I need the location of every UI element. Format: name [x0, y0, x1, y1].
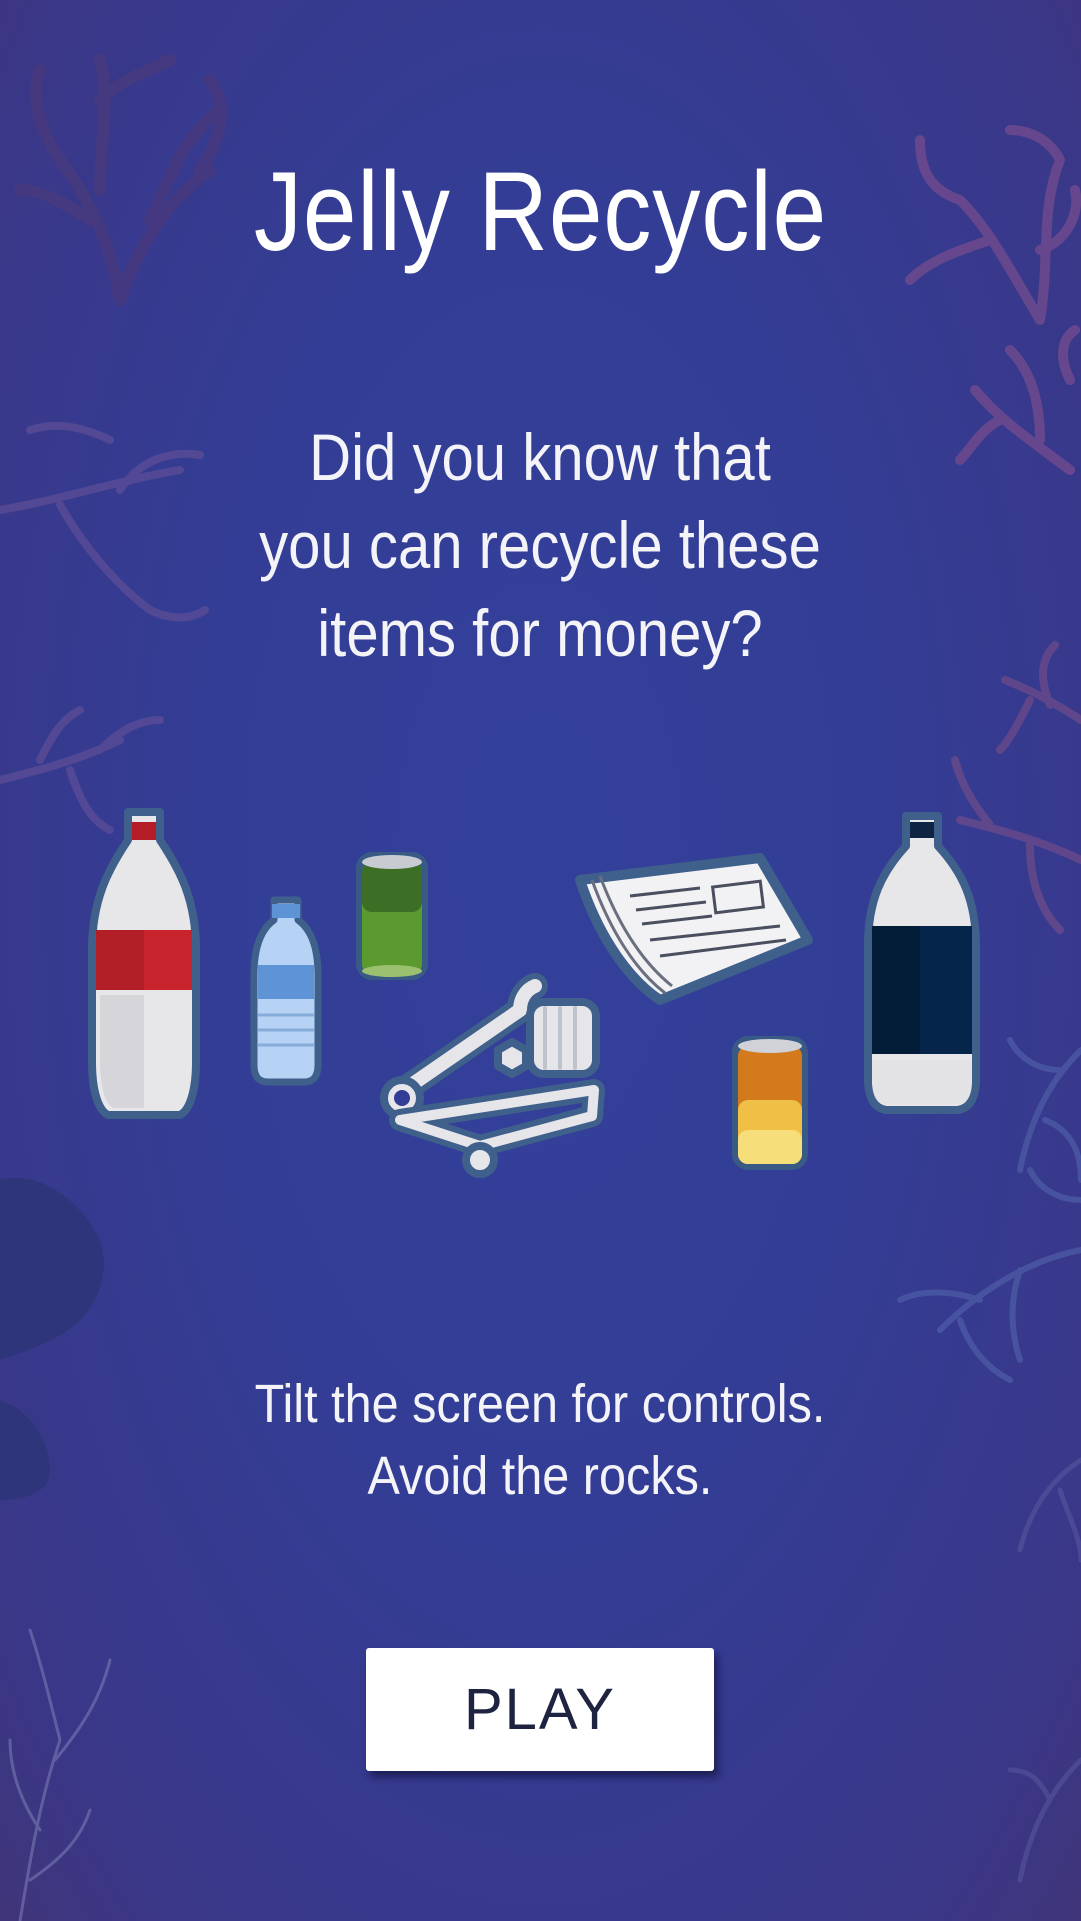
- orange-can-icon: [732, 1036, 808, 1170]
- green-can-icon: [356, 852, 428, 980]
- play-button[interactable]: PLAY: [366, 1648, 714, 1771]
- game-start-screen: Jelly Recycle Did you know that you can …: [0, 0, 1081, 1921]
- cola-bottle-icon: [88, 808, 200, 1119]
- instruction-line-1: Tilt the screen for controls.: [254, 1374, 826, 1434]
- instruction-line-2: Avoid the rocks.: [367, 1446, 713, 1506]
- dark-bottle-icon: [864, 812, 980, 1114]
- scrap-metal-icon: [380, 973, 605, 1178]
- recyclable-items: [88, 808, 980, 1178]
- newspaper-icon: [575, 853, 813, 1005]
- water-bottle-icon: [250, 896, 322, 1086]
- game-instructions: Tilt the screen for controls. Avoid the …: [180, 1368, 900, 1512]
